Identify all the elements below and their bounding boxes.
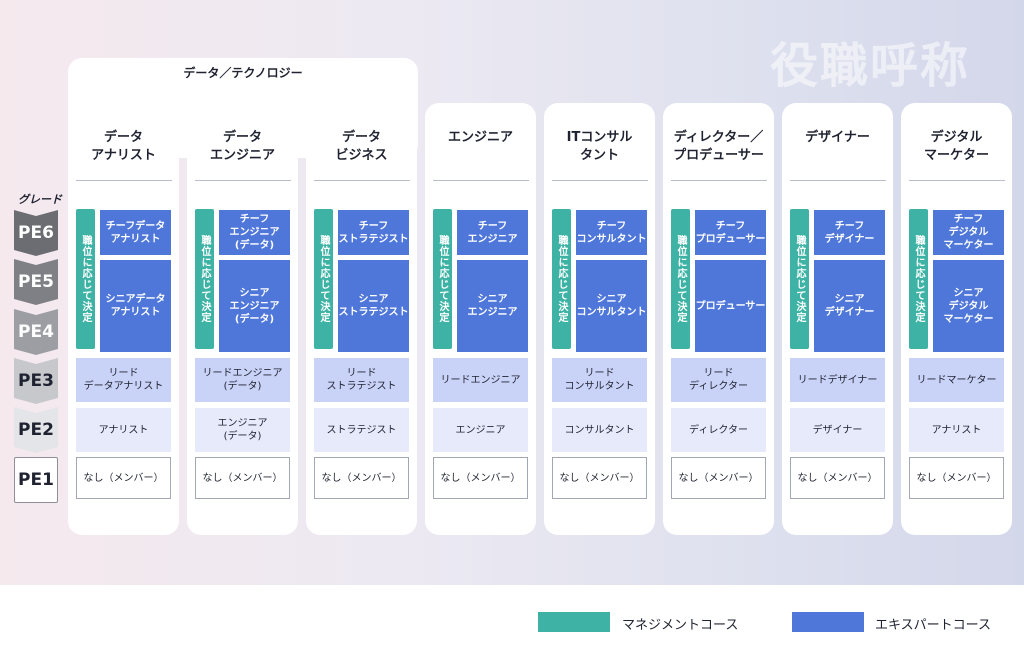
column-title: エンジニア (447, 130, 513, 145)
member-role-cell: なし（メンバー） (195, 457, 290, 499)
lead-role-cell: リード ストラテジスト (314, 358, 409, 402)
management-course-cell: 職位に応じて決定 (76, 209, 95, 349)
grade-pe2: PE2 (14, 407, 58, 453)
member-role-cell: なし（メンバー） (552, 457, 647, 499)
management-course-cell: 職位に応じて決定 (671, 209, 690, 349)
pe2-role-cell: アナリスト (76, 408, 171, 452)
role-column: デジタル マーケター職位に応じて決定 チーフ デジタル マーケターシニア デジタル… (901, 103, 1012, 535)
page-title: 役職呼称 (770, 38, 971, 94)
management-course-cell: 職位に応じて決定 (909, 209, 928, 349)
grade-pe1: PE1 (14, 457, 58, 503)
lead-role-cell: リード コンサルタント (552, 358, 647, 402)
column-title: データ エンジニア (209, 130, 275, 163)
lead-role-cell: リード データアナリスト (76, 358, 171, 402)
legend-label-management: マネジメントコース (622, 618, 739, 633)
member-role-cell: なし（メンバー） (909, 457, 1004, 499)
pe2-role-cell: エンジニア (データ) (195, 408, 290, 452)
pe2-role-cell: エンジニア (433, 408, 528, 452)
column-title: デザイナー (805, 130, 870, 145)
column-title: デジタル マーケター (923, 130, 989, 163)
member-role-cell: なし（メンバー） (76, 457, 171, 499)
grade-pe3: PE3 (14, 358, 58, 404)
lead-role-cell: リードデザイナー (790, 358, 885, 402)
member-role-cell: なし（メンバー） (671, 457, 766, 499)
legend-area (0, 585, 1024, 659)
senior-role-cell: シニア デジタル マーケター (933, 260, 1004, 352)
role-column: ディレクター／ プロデューサー職位に応じて決定 チーフ プロデューサープロデューサ… (663, 103, 774, 535)
grade-pe5: PE5 (14, 259, 58, 305)
column-title: データ アナリスト (91, 130, 156, 163)
column-title: ディレクター／ プロデューサー (673, 130, 764, 163)
grade-axis-label: グレード (18, 193, 62, 206)
senior-role-cell: シニア ストラテジスト (338, 260, 409, 352)
legend-swatch-expert (792, 612, 864, 632)
column-divider (552, 180, 648, 181)
lead-role-cell: リード ディレクター (671, 358, 766, 402)
chief-role-cell: チーフ デザイナー (814, 210, 885, 255)
chief-role-cell: チーフ エンジニア (457, 210, 528, 255)
pe2-role-cell: ストラテジスト (314, 408, 409, 452)
chief-role-cell: チーフ コンサルタント (576, 210, 647, 255)
chief-role-cell: チーフ デジタル マーケター (933, 210, 1004, 255)
column-divider (314, 180, 410, 181)
senior-role-cell: シニアデータ アナリスト (100, 260, 171, 352)
management-course-cell: 職位に応じて決定 (790, 209, 809, 349)
lead-role-cell: リードマーケター (909, 358, 1004, 402)
column-divider (790, 180, 886, 181)
member-role-cell: なし（メンバー） (790, 457, 885, 499)
management-course-cell: 職位に応じて決定 (195, 209, 214, 349)
member-role-cell: なし（メンバー） (314, 457, 409, 499)
pe2-role-cell: コンサルタント (552, 408, 647, 452)
group-label: データ／テクノロジー (183, 66, 303, 80)
legend-swatch-management (538, 612, 610, 632)
management-course-cell: 職位に応じて決定 (314, 209, 333, 349)
role-column: ITコンサル タント職位に応じて決定 チーフ コンサルタントシニア コンサルタント… (544, 103, 655, 535)
legend-label-expert: エキスパートコース (875, 618, 991, 633)
management-course-cell: 職位に応じて決定 (433, 209, 452, 349)
role-column: データ アナリスト職位に応じて決定 チーフデータ アナリストシニアデータ アナリス… (68, 103, 179, 535)
senior-role-cell: プロデューサー (695, 260, 766, 352)
member-role-cell: なし（メンバー） (433, 457, 528, 499)
senior-role-cell: シニア デザイナー (814, 260, 885, 352)
senior-role-cell: シニア エンジニア (データ) (219, 260, 290, 352)
pe2-role-cell: デザイナー (790, 408, 885, 452)
senior-role-cell: シニア エンジニア (457, 260, 528, 352)
column-divider (195, 180, 291, 181)
pe2-role-cell: ディレクター (671, 408, 766, 452)
column-divider (76, 180, 172, 181)
chief-role-cell: チーフデータ アナリスト (100, 210, 171, 255)
column-title: データ ビジネス (335, 130, 388, 163)
senior-role-cell: シニア コンサルタント (576, 260, 647, 352)
management-course-cell: 職位に応じて決定 (552, 209, 571, 349)
grade-pe6: PE6 (14, 210, 58, 256)
column-divider (671, 180, 767, 181)
column-title: ITコンサル タント (566, 130, 633, 163)
role-column: エンジニア 職位に応じて決定 チーフ エンジニア シニア エンジニア リードエンジニアエ… (425, 103, 536, 535)
column-divider (909, 180, 1005, 181)
role-column: デザイナー 職位に応じて決定 チーフ デザイナー シニア デザイナー リードデザイナーデ… (782, 103, 893, 535)
lead-role-cell: リードエンジニア (433, 358, 528, 402)
chief-role-cell: チーフ プロデューサー (695, 210, 766, 255)
lead-role-cell: リードエンジニア (データ) (195, 358, 290, 402)
chief-role-cell: チーフ エンジニア (データ) (219, 210, 290, 255)
chief-role-cell: チーフ ストラテジスト (338, 210, 409, 255)
role-column: データ エンジニア職位に応じて決定 チーフ エンジニア (データ) シニア エンジニ… (187, 103, 298, 535)
role-column: データ ビジネス職位に応じて決定 チーフ ストラテジストシニア ストラテジストリー… (306, 103, 417, 535)
grade-pe4: PE4 (14, 309, 58, 355)
pe2-role-cell: アナリスト (909, 408, 1004, 452)
column-divider (433, 180, 529, 181)
